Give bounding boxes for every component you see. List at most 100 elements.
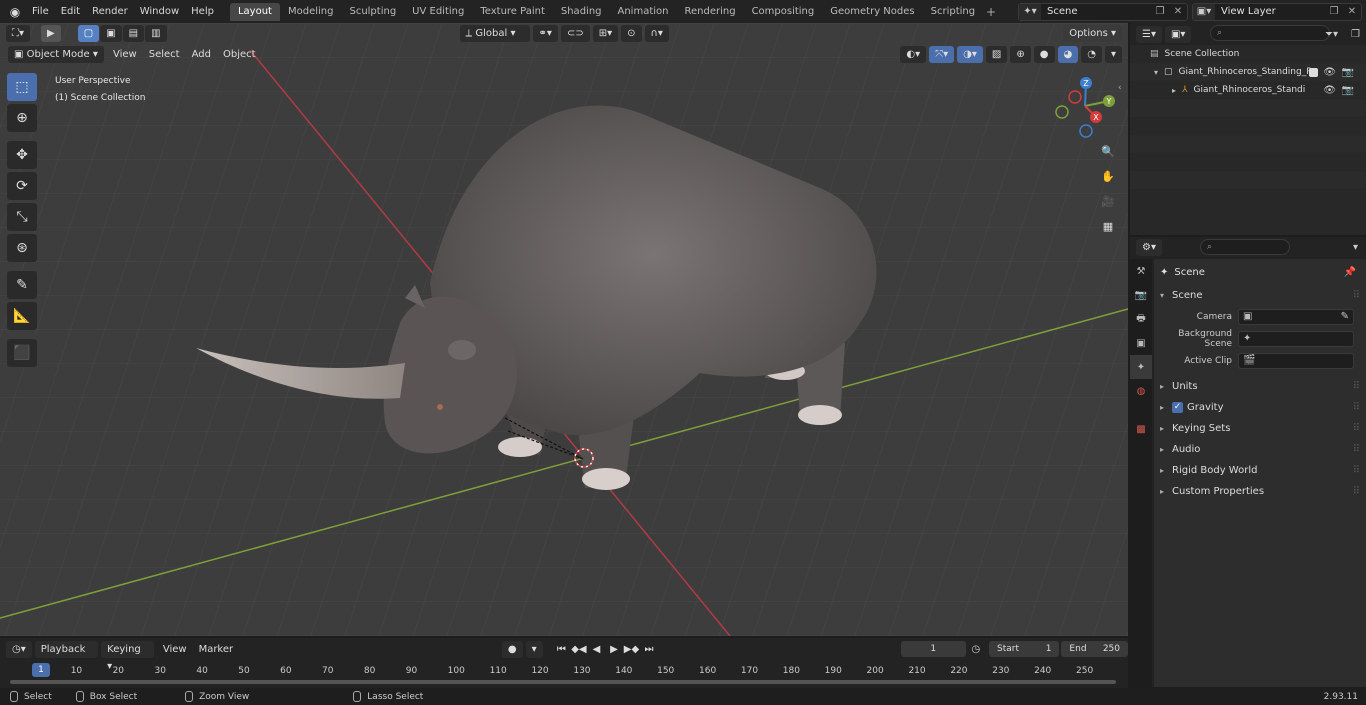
- camera-field[interactable]: ▣ ✎: [1238, 309, 1354, 325]
- filter-icon[interactable]: ⏷▾: [1325, 29, 1338, 40]
- expand-icon[interactable]: ▾: [1154, 68, 1158, 77]
- xray-icon[interactable]: ▨: [985, 46, 1008, 63]
- stopwatch-icon[interactable]: ◷: [971, 644, 989, 655]
- world-tab-icon[interactable]: ◍: [1130, 379, 1152, 403]
- solid-shading-icon[interactable]: ●: [1033, 46, 1055, 63]
- 3d-viewport[interactable]: ⛶▾ ▶ ▢ ▣ ▤ ▥ ⟂ Global ▾ ⚭▾ ⊂⊃ ⊞▾ ⊙ ∩▾ Op…: [0, 23, 1128, 636]
- menu-window[interactable]: Window: [134, 0, 185, 23]
- eyedropper-icon[interactable]: ✎: [1341, 310, 1349, 324]
- rotate-tool-icon[interactable]: ⟳: [7, 172, 37, 200]
- outliner-row-collection[interactable]: ▾ ▢ Giant_Rhinoceros_Standing_P 👁 📷: [1130, 63, 1366, 81]
- tab-texture-paint[interactable]: Texture Paint: [472, 3, 553, 21]
- visibility-eye-icon[interactable]: 👁: [1323, 85, 1336, 96]
- output-tab-icon[interactable]: 🖶: [1130, 307, 1152, 331]
- drag-handle-icon[interactable]: ⠿: [1353, 402, 1360, 413]
- properties-options-icon[interactable]: ▾: [1353, 242, 1358, 253]
- outliner-row-object[interactable]: ▸ ⅄ Giant_Rhinoceros_Standi 👁 📷: [1130, 81, 1366, 99]
- tool-tab-icon[interactable]: ⚒: [1130, 259, 1152, 283]
- outliner-search-input[interactable]: ⌕: [1210, 25, 1330, 41]
- tab-uv-editing[interactable]: UV Editing: [404, 3, 472, 21]
- panel-rigid-body-world-header[interactable]: ▸ Rigid Body World ⠿: [1154, 460, 1366, 481]
- transform-tool-icon[interactable]: ⊛: [7, 234, 37, 262]
- record-icon[interactable]: ●: [501, 640, 523, 658]
- timeline-scrollbar[interactable]: [10, 680, 1116, 684]
- copy-icon[interactable]: ❐: [1325, 6, 1343, 17]
- tab-animation[interactable]: Animation: [610, 3, 677, 21]
- play-icon[interactable]: ▶: [605, 644, 623, 655]
- menu-help[interactable]: Help: [185, 0, 220, 23]
- play-reverse-icon[interactable]: ◀: [588, 644, 606, 655]
- drag-handle-icon[interactable]: ⠿: [1353, 290, 1360, 301]
- panel-gravity-header[interactable]: ▸ ✓ Gravity ⠿: [1154, 397, 1366, 418]
- zoom-icon[interactable]: 🔍: [1097, 140, 1119, 162]
- transform-orientation-dropdown[interactable]: ⟂ Global ▾: [459, 25, 530, 42]
- sidebar-toggle-icon[interactable]: ‹: [1118, 83, 1122, 93]
- menu-file[interactable]: File: [26, 0, 55, 23]
- menu-edit[interactable]: Edit: [55, 0, 86, 23]
- select-box-tool-icon[interactable]: ⬚: [7, 73, 37, 101]
- display-mode-icon[interactable]: ▣▾: [1164, 25, 1192, 43]
- keying-menu[interactable]: Keying ▾: [101, 640, 154, 672]
- tab-geometry-nodes[interactable]: Geometry Nodes: [822, 3, 922, 21]
- render-camera-icon[interactable]: 📷: [1342, 85, 1354, 96]
- proportional-edit-icon[interactable]: ⊙: [621, 25, 642, 42]
- playback-menu[interactable]: Playback ▾: [34, 640, 99, 672]
- menu-object[interactable]: Object: [217, 46, 262, 63]
- camera-view-icon[interactable]: 🎥: [1097, 190, 1119, 212]
- active-clip-field[interactable]: 🎬: [1238, 353, 1354, 369]
- texture-tab-icon[interactable]: ▩: [1130, 417, 1152, 441]
- view-layer-tab-icon[interactable]: ▣: [1130, 331, 1152, 355]
- jump-end-icon[interactable]: ⏭: [640, 644, 658, 655]
- scale-tool-icon[interactable]: ⤡: [7, 203, 37, 231]
- start-frame-field[interactable]: Start 1: [988, 641, 1060, 657]
- panel-units-header[interactable]: ▸ Units ⠿: [1154, 376, 1366, 397]
- tab-modeling[interactable]: Modeling: [280, 3, 342, 21]
- editor-type-icon[interactable]: ⛶▾: [6, 25, 31, 42]
- current-frame-indicator[interactable]: 1: [32, 663, 50, 677]
- record-options-icon[interactable]: ▾: [525, 640, 543, 658]
- copy-icon[interactable]: ❐: [1151, 6, 1169, 17]
- scene-tab-icon[interactable]: ✦: [1130, 355, 1152, 379]
- timeline-menu-view[interactable]: View: [157, 641, 193, 658]
- next-keyframe-icon[interactable]: ▶◆: [623, 644, 641, 655]
- snap-target-icon[interactable]: ⊞▾: [592, 25, 619, 42]
- menu-view[interactable]: View: [107, 46, 143, 63]
- menu-select[interactable]: Select: [143, 46, 186, 63]
- timeline-editor-type-icon[interactable]: ◷▾: [6, 640, 32, 658]
- exclude-checkbox[interactable]: [1309, 67, 1318, 77]
- properties-search-input[interactable]: ⌕: [1200, 239, 1290, 255]
- shading-options-icon[interactable]: ▾: [1104, 46, 1122, 63]
- render-camera-icon[interactable]: 📷: [1342, 67, 1354, 78]
- select-mode-extend-icon[interactable]: ▣: [100, 25, 122, 42]
- tab-sculpting[interactable]: Sculpting: [341, 3, 404, 21]
- material-shading-icon[interactable]: ◕: [1057, 46, 1079, 63]
- cursor-tool-icon[interactable]: ⊕: [7, 104, 37, 132]
- visibility-icon[interactable]: ◐▾: [900, 46, 927, 63]
- navigation-gizmo[interactable]: Z Y X: [1050, 73, 1120, 139]
- add-workspace-icon[interactable]: +: [983, 5, 999, 19]
- tab-scripting[interactable]: Scripting: [923, 3, 983, 21]
- annotate-tool-icon[interactable]: ✎: [7, 271, 37, 299]
- falloff-icon[interactable]: ∩▾: [644, 25, 669, 42]
- drag-handle-icon[interactable]: ⠿: [1353, 486, 1360, 497]
- drag-handle-icon[interactable]: ⠿: [1353, 381, 1360, 392]
- select-mode-invert-icon[interactable]: ▥: [145, 25, 167, 42]
- pin-icon[interactable]: 📌: [1344, 267, 1356, 278]
- close-icon[interactable]: ✕: [1169, 6, 1187, 17]
- prev-keyframe-icon[interactable]: ◆◀: [570, 644, 588, 655]
- gizmo-toggle-icon[interactable]: ⤧▾: [929, 46, 955, 63]
- expand-icon[interactable]: ▸: [1172, 86, 1176, 95]
- close-icon[interactable]: ✕: [1343, 6, 1361, 17]
- gravity-checkbox[interactable]: ✓: [1172, 402, 1183, 413]
- panel-keying-sets-header[interactable]: ▸ Keying Sets ⠿: [1154, 418, 1366, 439]
- visibility-eye-icon[interactable]: 👁: [1323, 67, 1336, 78]
- select-mode-subtract-icon[interactable]: ▤: [122, 25, 145, 42]
- object-mode-dropdown[interactable]: ▣ Object Mode ▾: [8, 46, 104, 63]
- tab-rendering[interactable]: Rendering: [676, 3, 743, 21]
- menu-render[interactable]: Render: [86, 0, 134, 23]
- outliner-editor-type-icon[interactable]: ☰▾: [1136, 25, 1162, 43]
- current-frame-field[interactable]: 1: [900, 641, 966, 657]
- wireframe-shading-icon[interactable]: ⊕: [1010, 46, 1031, 63]
- panel-custom-properties-header[interactable]: ▸ Custom Properties ⠿: [1154, 481, 1366, 502]
- tab-shading[interactable]: Shading: [553, 3, 610, 21]
